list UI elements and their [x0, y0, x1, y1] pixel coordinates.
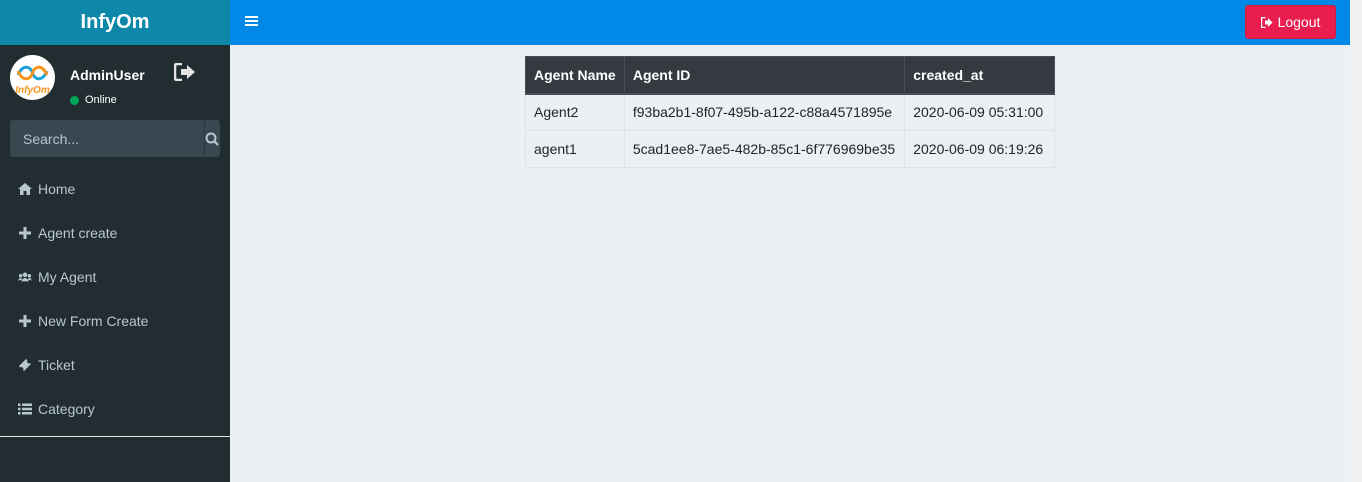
brand-logo-text[interactable]: InfyOm [0, 0, 230, 45]
logout-button[interactable]: Logout [1245, 5, 1336, 39]
list-icon [18, 402, 32, 416]
table-cell: 5cad1ee8-7ae5-482b-85c1-6f776969be35 [623, 130, 906, 168]
avatar: InfyOm [10, 55, 55, 100]
top-navbar: Logout [230, 0, 1350, 45]
sidebar-item-home[interactable]: Home [0, 167, 230, 211]
search-button[interactable] [204, 121, 219, 156]
avatar-logo-text: InfyOm [15, 85, 50, 96]
sidebar-divider [0, 436, 230, 437]
column-header[interactable]: Agent Name [525, 56, 625, 94]
online-dot-icon [70, 95, 79, 105]
home-icon [18, 182, 32, 196]
vertical-scrollbar[interactable] [1350, 0, 1362, 482]
sign-out-icon[interactable] [173, 62, 196, 86]
logout-label: Logout [1277, 14, 1321, 30]
sidebar-item-category[interactable]: Category [0, 387, 230, 431]
column-header[interactable]: Agent ID [623, 56, 906, 94]
sidebar-item-label: New Form Create [38, 313, 149, 329]
sidebar-item-my-agent[interactable]: My Agent [0, 255, 230, 299]
sidebar: InfyOm InfyOm AdminUser Online Search...… [0, 0, 230, 482]
status-label: Online [85, 94, 117, 106]
sidebar-item-label: Agent create [38, 225, 118, 241]
search-icon [205, 132, 219, 146]
sidebar-toggle-icon[interactable] [245, 14, 259, 28]
table-row[interactable]: agent1 5cad1ee8-7ae5-482b-85c1-6f776969b… [525, 130, 1055, 168]
sidebar-item-agent-create[interactable]: Agent create [0, 211, 230, 255]
table-cell: agent1 [525, 130, 625, 168]
sidebar-menu: Home Agent create My Agent New Form Crea… [0, 167, 230, 431]
table-cell: f93ba2b1-8f07-495b-a122-c88a4571895e [623, 92, 906, 131]
online-status: Online [70, 94, 117, 106]
plus-icon [18, 226, 32, 240]
username: AdminUser [70, 67, 145, 83]
sidebar-item-label: Ticket [38, 357, 75, 373]
sign-out-icon [1260, 16, 1273, 28]
table-header-row: Agent Name Agent ID created_at [525, 56, 1055, 94]
table-cell: 2020-06-09 05:31:00 [904, 92, 1055, 131]
table-cell: 2020-06-09 06:19:26 [904, 130, 1055, 168]
sidebar-item-label: Home [38, 181, 76, 197]
sidebar-search [10, 120, 220, 157]
agents-table-container: Agent Name Agent ID created_at Agent2 f9… [525, 56, 1055, 168]
sidebar-item-label: Category [38, 401, 95, 417]
table-row[interactable]: Agent2 f93ba2b1-8f07-495b-a122-c88a45718… [525, 92, 1055, 131]
sidebar-item-new-form-create[interactable]: New Form Create [0, 299, 230, 343]
sidebar-item-label: My Agent [38, 269, 97, 285]
plus-icon [18, 314, 32, 328]
search-input[interactable] [11, 121, 204, 156]
agents-table: Agent Name Agent ID created_at Agent2 f9… [525, 56, 1055, 168]
ticket-icon [18, 358, 32, 372]
table-cell: Agent2 [525, 92, 625, 131]
column-header[interactable]: created_at [904, 56, 1055, 94]
sidebar-item-ticket[interactable]: Ticket [0, 343, 230, 387]
users-icon [18, 270, 32, 284]
